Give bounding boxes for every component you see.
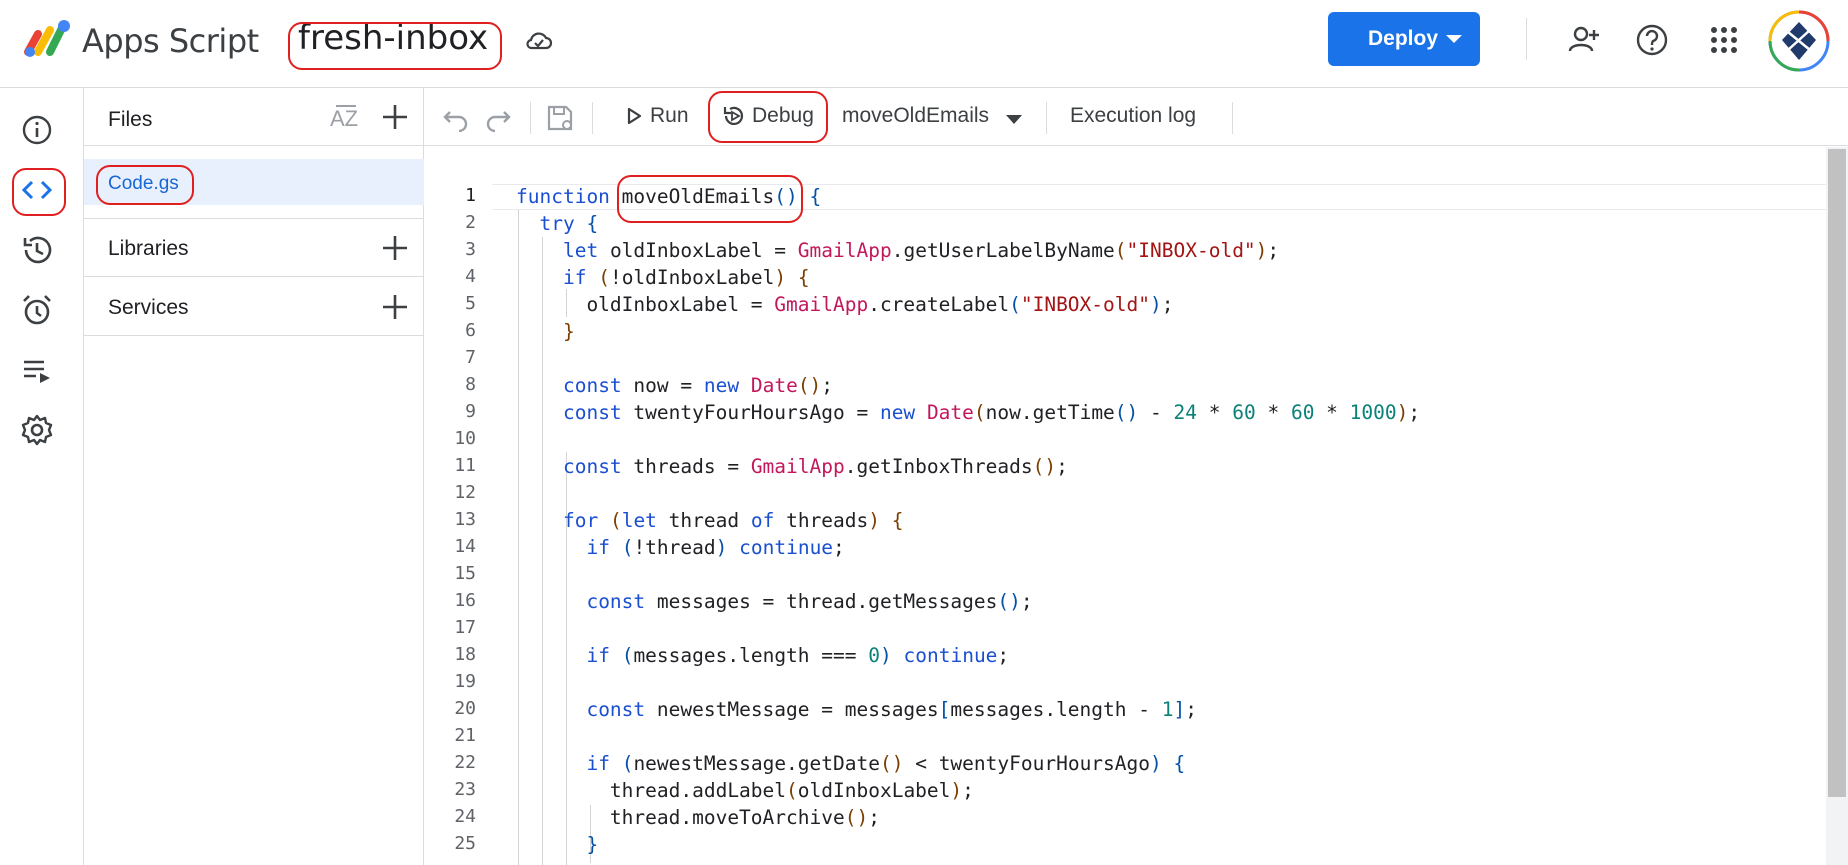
run-button[interactable]: Run — [624, 104, 689, 128]
avatar[interactable] — [1768, 10, 1830, 72]
code-line: 20 const newestMessage = messages[messag… — [454, 698, 1197, 721]
add-file-icon[interactable] — [380, 102, 410, 132]
code-line: 3 let oldInboxLabel = GmailApp.getUserLa… — [465, 239, 1280, 262]
help-icon[interactable] — [1632, 20, 1672, 60]
file-name: Code.gs — [108, 173, 179, 194]
svg-text:AZ: AZ — [330, 106, 358, 131]
sort-az-icon[interactable]: AZ — [328, 102, 364, 134]
executions-icon[interactable] — [17, 350, 57, 390]
debug-button[interactable]: Debug — [722, 104, 814, 128]
code-line: 2 try { — [465, 212, 599, 235]
debug-label: Debug — [752, 104, 814, 127]
code-line: 1 function moveOldEmails() { — [465, 185, 822, 208]
apps-script-logo-icon[interactable] — [22, 18, 72, 60]
code-line: 23 thread.addLabel(oldInboxLabel); — [454, 779, 974, 802]
history-icon[interactable] — [17, 230, 57, 270]
divider — [1046, 102, 1047, 134]
divider — [530, 102, 531, 134]
divider — [592, 102, 593, 134]
code-line: 14 if (!thread) continue; — [454, 536, 845, 559]
project-title[interactable]: fresh-inbox — [298, 18, 488, 58]
code-line: 15 — [454, 563, 476, 584]
files-title: Files — [108, 108, 153, 131]
divider — [1526, 18, 1527, 60]
deploy-label: Deploy — [1368, 27, 1439, 50]
libraries-section: Libraries — [84, 219, 424, 277]
debug-icon — [723, 106, 744, 125]
code-line: 25 } — [454, 833, 599, 856]
code-line: 13 for (let thread of threads) { — [454, 509, 904, 532]
play-icon — [627, 107, 642, 125]
code-line: 10 — [454, 428, 476, 449]
code-line: 8 const now = new Date(); — [465, 374, 834, 397]
execution-log-button[interactable]: Execution log — [1070, 104, 1196, 128]
code-line: 12 — [454, 482, 476, 503]
code-line: 16 const messages = thread.getMessages()… — [454, 590, 1033, 613]
overview-icon[interactable] — [17, 110, 57, 150]
code-line: 9 const twentyFourHoursAgo = new Date(no… — [465, 401, 1421, 424]
chevron-down-icon[interactable] — [1006, 115, 1022, 124]
app-name: Apps Script — [82, 22, 259, 60]
editor-toolbar: Run Debug moveOldEmails Execution log — [424, 88, 1848, 146]
code-line: 24 thread.moveToArchive(); — [454, 806, 880, 829]
code-line: 18 if (messages.length === 0) continue; — [454, 644, 1010, 667]
save-icon[interactable] — [544, 102, 576, 134]
redo-icon[interactable] — [482, 102, 514, 134]
apps-script-editor: Apps Script fresh-inbox Deploy Files AZ … — [0, 0, 1848, 865]
undo-icon[interactable] — [440, 102, 472, 134]
left-rail — [0, 88, 84, 865]
deploy-button[interactable]: Deploy — [1328, 12, 1480, 66]
files-panel: Files AZ Code.gs Libraries Services — [84, 88, 424, 865]
divider — [1232, 102, 1233, 134]
code-editor-icon[interactable] — [17, 170, 57, 210]
code-line: 11 const threads = GmailApp.getInboxThre… — [454, 455, 1068, 478]
run-label: Run — [650, 104, 689, 127]
file-item-code-gs[interactable]: Code.gs — [84, 159, 424, 205]
cloud-saved-icon — [526, 32, 553, 50]
scrollbar-thumb[interactable] — [1828, 149, 1846, 797]
code-line: 4 if (!oldInboxLabel) { — [465, 266, 810, 289]
chevron-down-icon[interactable] — [1446, 35, 1462, 43]
code-editor[interactable]: 1 function moveOldEmails() { 2 try { 3 le… — [424, 147, 1848, 865]
code-line: 6 } — [465, 320, 575, 343]
code-line: 19 — [454, 671, 476, 692]
code-line: 5 oldInboxLabel = GmailApp.createLabel("… — [465, 293, 1174, 316]
services-title: Services — [108, 296, 189, 319]
add-service-icon[interactable] — [380, 292, 410, 322]
settings-gear-icon[interactable] — [17, 410, 57, 450]
code-line: 21 — [454, 725, 476, 746]
code-line: 17 — [454, 617, 476, 638]
code-line: 7 — [465, 347, 476, 368]
apps-grid-icon[interactable] — [1704, 20, 1744, 60]
services-section: Services — [84, 278, 424, 336]
libraries-title: Libraries — [108, 237, 189, 260]
top-bar: Apps Script fresh-inbox Deploy — [0, 0, 1848, 88]
files-header: Files AZ — [84, 88, 424, 146]
add-person-icon[interactable] — [1564, 20, 1604, 60]
add-library-icon[interactable] — [380, 233, 410, 263]
vertical-scrollbar[interactable] — [1826, 147, 1848, 865]
code-line: 22 if (newestMessage.getDate() < twentyF… — [454, 752, 1186, 775]
triggers-alarm-icon[interactable] — [17, 290, 57, 330]
function-select[interactable]: moveOldEmails — [842, 104, 989, 128]
